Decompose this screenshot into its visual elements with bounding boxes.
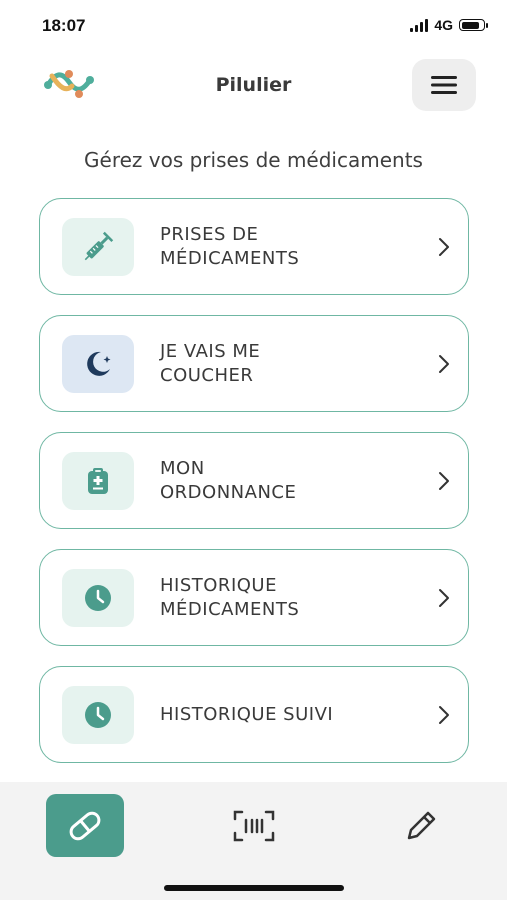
menu-button[interactable]	[412, 59, 476, 111]
menu-card-historique-medicaments[interactable]: HISTORIQUE MÉDICAMENTS	[39, 549, 469, 646]
menu-card-ordonnance[interactable]: MON ORDONNANCE	[39, 432, 469, 529]
syringe-icon	[62, 218, 134, 276]
home-indicator[interactable]	[164, 885, 344, 891]
tab-edit[interactable]	[396, 804, 446, 848]
network-type: 4G	[434, 17, 453, 33]
menu-card-label: PRISES DE MÉDICAMENTS	[160, 223, 300, 269]
clock-icon	[62, 686, 134, 744]
menu-card-coucher[interactable]: JE VAIS ME COUCHER	[39, 315, 469, 412]
menu-card-prises[interactable]: PRISES DE MÉDICAMENTS	[39, 198, 469, 295]
status-indicators: 4G	[410, 17, 488, 33]
pill-icon	[69, 811, 101, 840]
chevron-right-icon	[439, 706, 449, 724]
signal-icon	[410, 18, 429, 32]
status-bar: 18:07 4G	[0, 0, 507, 50]
menu-card-historique-suivi[interactable]: HISTORIQUE SUIVI	[39, 666, 469, 763]
bottom-tab-bar	[0, 782, 507, 900]
clock-icon	[62, 569, 134, 627]
moon-icon	[62, 335, 134, 393]
app-header: Pilulier	[0, 56, 507, 114]
menu-card-label: MON ORDONNANCE	[160, 457, 297, 503]
chevron-right-icon	[439, 472, 449, 490]
prescription-icon	[62, 452, 134, 510]
menu-card-label: JE VAIS ME COUCHER	[160, 340, 261, 386]
menu-card-label: HISTORIQUE SUIVI	[160, 703, 334, 725]
chevron-right-icon	[439, 238, 449, 256]
battery-icon	[459, 19, 488, 31]
tab-pills[interactable]	[46, 794, 124, 857]
pencil-icon	[407, 811, 436, 840]
page-subtitle: Gérez vos prises de médicaments	[84, 148, 423, 172]
hamburger-icon	[431, 76, 457, 94]
chevron-right-icon	[439, 355, 449, 373]
barcode-scan-icon	[233, 810, 275, 842]
menu-card-label: HISTORIQUE MÉDICAMENTS	[160, 574, 300, 620]
tab-scan[interactable]	[226, 804, 282, 848]
status-time: 18:07	[42, 16, 86, 35]
chevron-right-icon	[439, 589, 449, 607]
